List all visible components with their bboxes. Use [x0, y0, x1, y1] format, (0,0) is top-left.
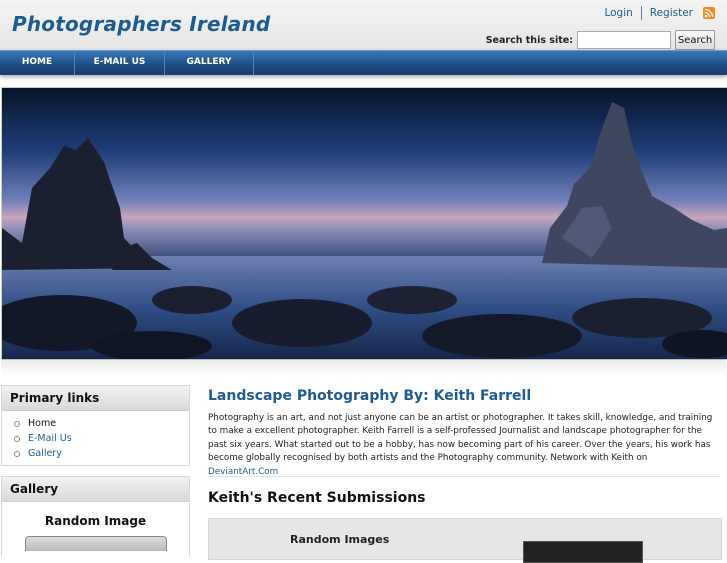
search-button[interactable]: Search [675, 30, 715, 50]
link-divider [640, 6, 642, 20]
rss-icon[interactable] [703, 7, 715, 19]
bullet-icon [14, 450, 20, 457]
site-header: Photographers Ireland Login Register Sea… [0, 0, 727, 50]
site-title[interactable]: Photographers Ireland [12, 12, 270, 36]
bullet-icon [14, 435, 20, 442]
random-images-title: Random Images [290, 533, 390, 546]
menu-link-home[interactable]: Home [28, 416, 56, 431]
random-images-thumbnail[interactable] [523, 541, 643, 563]
random-images-panel: Random Images [208, 518, 722, 563]
primary-links-title: Primary links [2, 386, 189, 411]
random-image-thumbnail[interactable] [24, 536, 167, 551]
content-divider [208, 476, 720, 477]
menu-link-email-us[interactable]: E-Mail Us [28, 431, 72, 446]
article-text: Photography is an art, and not just anyo… [208, 413, 713, 464]
login-link[interactable]: Login [604, 7, 632, 19]
gallery-block-title: Gallery [2, 477, 189, 502]
nav-item-email-us[interactable]: E-MAIL US [75, 51, 165, 75]
user-links: Login Register [604, 6, 715, 20]
primary-nav: HOME E-MAIL US GALLERY [0, 50, 727, 75]
main-content: Landscape Photography By: Keith Farrell … [208, 388, 720, 479]
article-title[interactable]: Landscape Photography By: Keith Farrell [208, 388, 720, 404]
search-block: Search this site: Search [486, 30, 715, 50]
hero-shadow [1, 359, 726, 377]
submissions-title: Keith's Recent Submissions [208, 490, 426, 506]
menu-item-email-us[interactable]: E-Mail Us [14, 431, 189, 446]
nav-item-home[interactable]: HOME [0, 51, 75, 75]
menu-link-gallery[interactable]: Gallery [28, 446, 62, 461]
menu-item-home[interactable]: Home [14, 416, 189, 431]
primary-links-block: Primary links Home E-Mail Us Gallery [1, 385, 190, 466]
nav-item-gallery[interactable]: GALLERY [165, 51, 254, 75]
search-label: Search this site: [485, 34, 573, 46]
random-image-title: Random Image [44, 514, 147, 528]
register-link[interactable]: Register [650, 7, 693, 19]
hero-banner-image [1, 87, 727, 360]
bullet-icon [14, 420, 20, 427]
article-body: Photography is an art, and not just anyo… [208, 412, 720, 479]
primary-links-menu: Home E-Mail Us Gallery [2, 411, 189, 465]
menu-item-gallery[interactable]: Gallery [14, 446, 189, 461]
search-input[interactable] [577, 31, 671, 49]
